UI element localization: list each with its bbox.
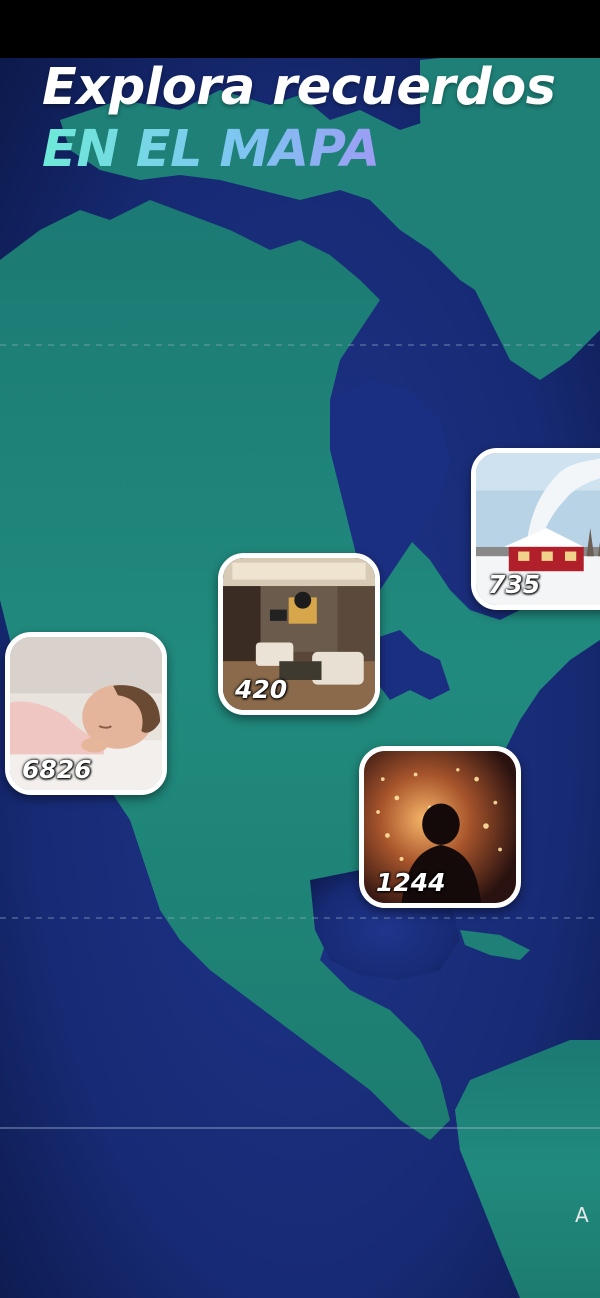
pin-count: 420 (235, 675, 288, 704)
headline: Explora recuerdos EN EL MAPA (42, 58, 556, 182)
screen: Explora recuerdos EN EL MAPA 735 420 682… (0, 0, 600, 1298)
headline-line-2: EN EL MAPA (42, 118, 556, 182)
pin-count: 1244 (376, 868, 446, 897)
status-bar (0, 0, 600, 58)
photo-pin-snow-house[interactable]: 735 (471, 448, 600, 610)
pin-count: 6826 (22, 755, 92, 784)
photo-pin-fireworks[interactable]: 1244 (359, 746, 521, 908)
photo-pin-living-room[interactable]: 420 (218, 553, 380, 715)
photo-pin-baby[interactable]: 6826 (5, 632, 167, 795)
pin-count: 735 (488, 570, 541, 599)
map-edge-label: A (575, 1203, 589, 1227)
headline-line-1: Explora recuerdos (42, 58, 556, 117)
